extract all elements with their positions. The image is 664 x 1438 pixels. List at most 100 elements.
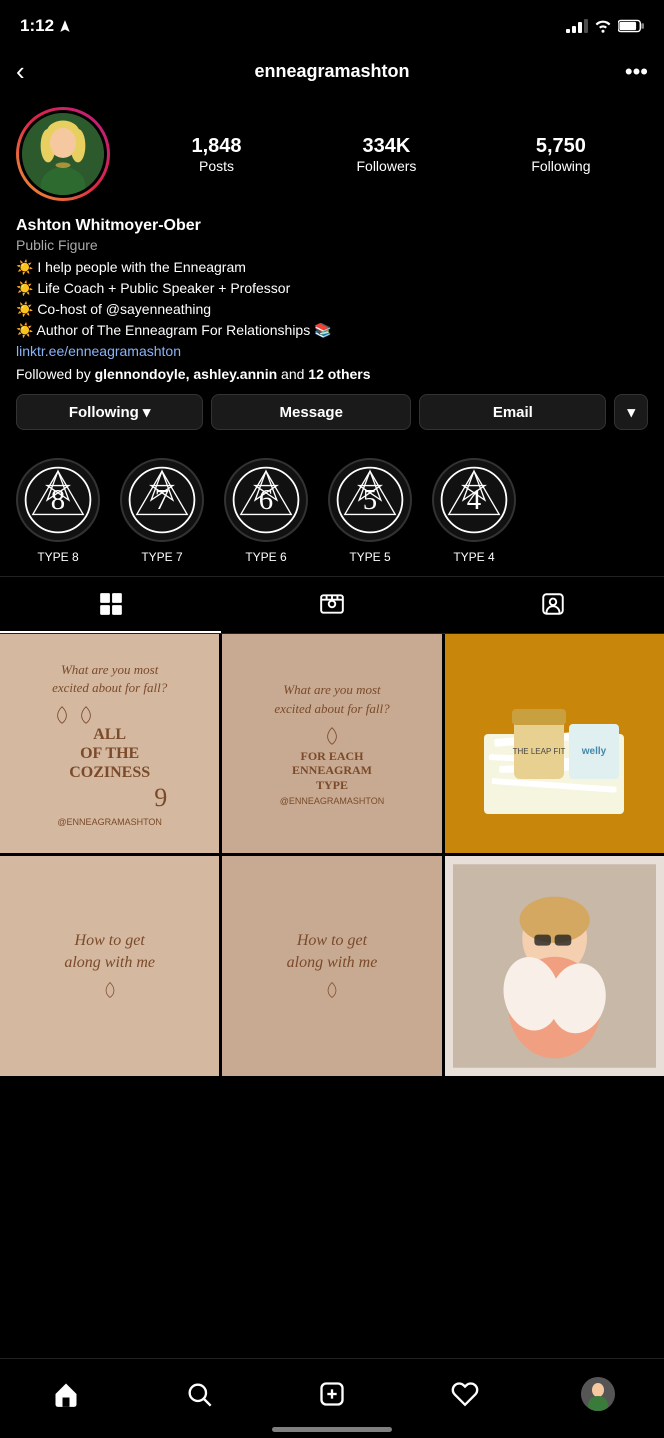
enneagram-5-icon: 5 xyxy=(334,464,406,536)
svg-text:6: 6 xyxy=(259,484,273,516)
highlight-label-5: TYPE 5 xyxy=(349,550,390,564)
nav-search[interactable] xyxy=(175,1370,223,1418)
nav-profile[interactable] xyxy=(574,1370,622,1418)
username-header: enneagramashton xyxy=(56,61,608,82)
following-count: 5,750 xyxy=(531,135,590,158)
posts-label: Posts xyxy=(191,158,241,174)
more-options-button[interactable]: ••• xyxy=(608,59,648,85)
svg-text:5: 5 xyxy=(363,484,377,516)
grid-item-5[interactable]: How to getalong with me xyxy=(222,856,441,1075)
followers-count: 334K xyxy=(356,135,416,158)
thumb-5-text: How to getalong with me xyxy=(287,930,378,975)
create-icon xyxy=(318,1380,346,1408)
highlight-circle-4: 4 xyxy=(432,458,516,542)
following-label: Following xyxy=(531,158,590,174)
enneagram-6-icon: 6 xyxy=(230,464,302,536)
grid-thumb-1: What are you mostexcited about for fall?… xyxy=(0,634,219,853)
message-button[interactable]: Message xyxy=(211,394,411,430)
reels-icon xyxy=(319,591,345,617)
tab-reels[interactable] xyxy=(221,577,442,633)
leaf-icon-1 xyxy=(52,705,72,725)
person-photo xyxy=(453,856,656,1075)
grid-item-1[interactable]: What are you mostexcited about for fall?… xyxy=(0,634,219,853)
profile-stats: 1,848 Posts 334K Followers 5,750 Followi… xyxy=(134,135,648,174)
highlight-type5[interactable]: 5 TYPE 5 xyxy=(328,458,412,564)
dropdown-arrow-icon: ▾ xyxy=(627,403,635,421)
grid-thumb-3: THE LEAP FIT welly xyxy=(445,634,664,853)
grid-item-2[interactable]: What are you mostexcited about for fall?… xyxy=(222,634,441,853)
highlight-type8[interactable]: 8 TYPE 8 xyxy=(16,458,100,564)
bio-line-1: ☀️ I help people with the Enneagram xyxy=(16,257,648,278)
wifi-icon xyxy=(594,19,612,33)
followed-names: glennondoyle, ashley.annin xyxy=(95,366,278,382)
avatar-wrapper[interactable] xyxy=(16,107,110,201)
highlight-label-7: TYPE 7 xyxy=(141,550,182,564)
nav-profile-avatar xyxy=(581,1377,615,1411)
highlight-circle-7: 7 xyxy=(120,458,204,542)
search-icon xyxy=(185,1380,213,1408)
followers-stat[interactable]: 334K Followers xyxy=(356,135,416,174)
svg-text:welly: welly xyxy=(581,746,607,757)
more-dropdown-button[interactable]: ▾ xyxy=(614,394,648,430)
bio-line-4: ☀️ Author of The Enneagram For Relations… xyxy=(16,320,648,341)
grid-thumb-6 xyxy=(445,856,664,1075)
thumb-2-big: FOR EACHENNEAGRAMTYPE xyxy=(274,749,389,792)
avatar-image xyxy=(22,113,104,195)
enneagram-4-icon: 4 xyxy=(438,464,510,536)
svg-text:7: 7 xyxy=(155,484,169,516)
posts-count: 1,848 xyxy=(191,135,241,158)
grid-thumb-4: How to getalong with me xyxy=(0,856,219,1075)
status-time: 1:12 xyxy=(20,16,54,36)
grid-thumb-5: How to getalong with me xyxy=(222,856,441,1075)
nav-activity[interactable] xyxy=(441,1370,489,1418)
enneagram-7-icon: 7 xyxy=(126,464,198,536)
thumb-2-text: What are you mostexcited about for fall? xyxy=(274,681,389,717)
status-bar: 1:12 xyxy=(0,0,664,48)
grid-item-3[interactable]: THE LEAP FIT welly xyxy=(445,634,664,853)
avatar-svg xyxy=(22,113,104,195)
tagged-icon xyxy=(540,591,566,617)
thumb-1-text: What are you mostexcited about for fall? xyxy=(52,661,167,697)
profile-top: 1,848 Posts 334K Followers 5,750 Followi… xyxy=(16,107,648,201)
thumb-4-text: How to getalong with me xyxy=(64,930,155,975)
following-button[interactable]: Following ▾ xyxy=(16,394,203,430)
following-label: Following xyxy=(69,404,139,421)
content-tabs xyxy=(0,576,664,634)
highlight-type4[interactable]: 4 TYPE 4 xyxy=(432,458,516,564)
tab-tagged[interactable] xyxy=(443,577,664,633)
highlight-circle-5: 5 xyxy=(328,458,412,542)
highlight-label-4: TYPE 4 xyxy=(453,550,494,564)
bottom-navigation xyxy=(0,1358,664,1438)
following-stat[interactable]: 5,750 Following xyxy=(531,135,590,174)
leaf-icon-4 xyxy=(101,981,119,999)
enneagram-8-icon: 8 xyxy=(22,464,94,536)
highlight-label-8: TYPE 8 xyxy=(37,550,78,564)
thumb-2-tag: @ENNEAGRAMASHTON xyxy=(274,796,389,806)
product-image: THE LEAP FIT welly xyxy=(464,654,644,834)
grid-item-4[interactable]: How to getalong with me xyxy=(0,856,219,1075)
email-label: Email xyxy=(493,404,533,421)
chevron-down-icon: ▾ xyxy=(143,403,151,421)
profile-category: Public Figure xyxy=(16,237,648,253)
followed-count: 12 others xyxy=(308,366,370,382)
svg-text:8: 8 xyxy=(51,484,65,516)
followed-by: Followed by glennondoyle, ashley.annin a… xyxy=(16,366,648,382)
svg-text:4: 4 xyxy=(467,484,481,516)
back-button[interactable]: ‹ xyxy=(16,56,56,87)
bio-link[interactable]: linktr.ee/enneagramashton xyxy=(16,341,648,362)
highlight-type6[interactable]: 6 TYPE 6 xyxy=(224,458,308,564)
grid-item-6[interactable] xyxy=(445,856,664,1075)
highlight-type7[interactable]: 7 TYPE 7 xyxy=(120,458,204,564)
status-icons xyxy=(566,19,644,33)
leaf-icon-3 xyxy=(322,726,342,746)
nav-create[interactable] xyxy=(308,1370,356,1418)
nav-home[interactable] xyxy=(42,1370,90,1418)
leaf-icon-2 xyxy=(76,705,96,725)
photo-grid: What are you mostexcited about for fall?… xyxy=(0,634,664,1076)
posts-stat[interactable]: 1,848 Posts xyxy=(191,135,241,174)
email-button[interactable]: Email xyxy=(419,394,606,430)
thumb-1-big: ALLOF THECOZINESS xyxy=(52,725,167,783)
tab-grid[interactable] xyxy=(0,577,221,633)
location-icon xyxy=(58,19,72,33)
avatar xyxy=(19,110,107,198)
